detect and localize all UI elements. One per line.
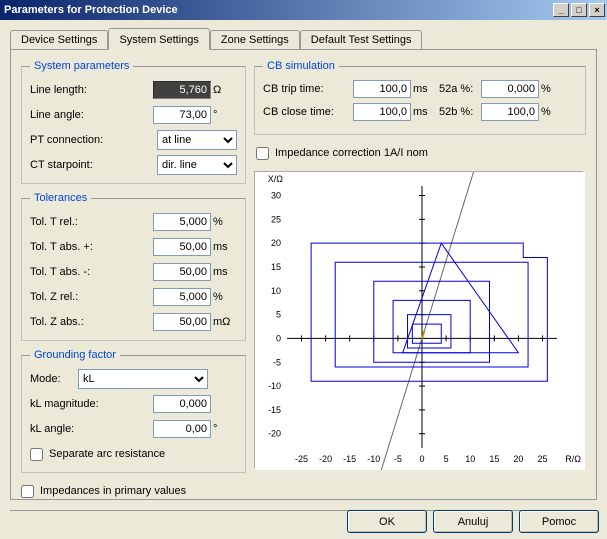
label-cb-close: CB close time: (263, 106, 353, 118)
group-grounding-factor: Grounding factor Mode: kL kL magnitude: … (21, 349, 246, 473)
select-mode[interactable]: kL (78, 369, 208, 389)
svg-text:10: 10 (271, 286, 281, 296)
svg-text:-15: -15 (343, 454, 356, 464)
label-kl-magnitude: kL magnitude: (30, 398, 153, 410)
unit-tol-t-rel: % (213, 216, 237, 228)
select-pt-connection[interactable]: at line (157, 130, 237, 150)
svg-text:-15: -15 (268, 405, 281, 415)
checkbox-separate-arc[interactable] (30, 448, 43, 461)
label-line-angle: Line angle: (30, 109, 153, 121)
unit-52b: % (541, 106, 559, 118)
unit-line-length: Ω (213, 84, 237, 96)
label-tol-t-abs-plus: Tol. T abs. +: (30, 241, 153, 253)
input-cb-close[interactable] (353, 103, 411, 121)
svg-text:10: 10 (465, 454, 475, 464)
cancel-button[interactable]: Anuluj (433, 510, 513, 533)
label-separate-arc: Separate arc resistance (49, 448, 165, 460)
svg-text:-20: -20 (319, 454, 332, 464)
unit-line-angle: ° (213, 109, 237, 121)
input-tol-t-abs-plus[interactable] (153, 238, 211, 256)
label-mode: Mode: (30, 373, 78, 385)
label-kl-angle: kL angle: (30, 423, 153, 435)
input-line-angle[interactable] (153, 106, 211, 124)
label-tol-z-rel: Tol. Z rel.: (30, 291, 153, 303)
svg-text:-20: -20 (268, 429, 281, 439)
svg-text:20: 20 (271, 238, 281, 248)
tab-zone-settings[interactable]: Zone Settings (210, 30, 300, 49)
svg-text:5: 5 (276, 310, 281, 320)
group-tolerances: Tolerances Tol. T rel.: % Tol. T abs. +:… (21, 192, 246, 341)
svg-text:25: 25 (271, 214, 281, 224)
unit-tol-t-abs-plus: ms (213, 241, 237, 253)
select-ct-starpoint[interactable]: dir. line (157, 155, 237, 175)
checkbox-impedance-correction[interactable] (256, 147, 269, 160)
unit-52a: % (541, 83, 559, 95)
label-cb-trip: CB trip time: (263, 83, 353, 95)
svg-text:25: 25 (538, 454, 548, 464)
group-cb-simulation: CB simulation CB trip time: ms 52a %: % … (254, 60, 586, 135)
svg-text:0: 0 (276, 333, 281, 343)
svg-text:-25: -25 (295, 454, 308, 464)
label-ct-starpoint: CT starpoint: (30, 159, 157, 171)
svg-text:5: 5 (444, 454, 449, 464)
button-bar: OK Anuluj Pomoc (347, 502, 599, 533)
group-system-parameters: System parameters Line length: Ω Line an… (21, 60, 246, 184)
input-tol-z-rel[interactable] (153, 288, 211, 306)
input-tol-t-abs-minus[interactable] (153, 263, 211, 281)
tab-page: System parameters Line length: Ω Line an… (10, 50, 597, 500)
legend-cb-sim: CB simulation (263, 60, 339, 72)
legend-system-parameters: System parameters (30, 60, 133, 72)
svg-text:0: 0 (419, 454, 424, 464)
input-kl-magnitude[interactable] (153, 395, 211, 413)
svg-text:-5: -5 (394, 454, 402, 464)
legend-tolerances: Tolerances (30, 192, 91, 204)
svg-text:-10: -10 (268, 381, 281, 391)
label-tol-t-rel: Tol. T rel.: (30, 216, 153, 228)
titlebar: Parameters for Protection Device _ □ × (0, 0, 607, 20)
svg-text:15: 15 (489, 454, 499, 464)
unit-cb-close: ms (413, 106, 431, 118)
unit-kl-angle: ° (213, 423, 237, 435)
maximize-button[interactable]: □ (571, 3, 587, 17)
input-tol-t-rel[interactable] (153, 213, 211, 231)
label-tol-z-abs: Tol. Z abs.: (30, 316, 153, 328)
unit-cb-trip: ms (413, 83, 431, 95)
minimize-button[interactable]: _ (553, 3, 569, 17)
unit-tol-z-rel: % (213, 291, 237, 303)
input-line-length[interactable] (153, 81, 211, 99)
svg-text:-10: -10 (367, 454, 380, 464)
label-impedance-correction: Impedance correction 1A/I nom (275, 147, 428, 159)
svg-text:20: 20 (513, 454, 523, 464)
ok-button[interactable]: OK (347, 510, 427, 533)
svg-text:30: 30 (271, 191, 281, 201)
label-pt-connection: PT connection: (30, 134, 157, 146)
window-title: Parameters for Protection Device (4, 4, 551, 16)
tab-device-settings[interactable]: Device Settings (10, 30, 108, 49)
close-button[interactable]: × (589, 3, 605, 17)
dialog-body: Device Settings System Settings Zone Set… (0, 20, 607, 506)
svg-text:X/Ω: X/Ω (268, 174, 284, 184)
unit-tol-z-abs: mΩ (213, 316, 237, 328)
svg-text:-5: -5 (273, 357, 281, 367)
svg-text:15: 15 (271, 262, 281, 272)
help-button[interactable]: Pomoc (519, 510, 599, 533)
tab-strip: Device Settings System Settings Zone Set… (10, 28, 597, 50)
label-tol-t-abs-minus: Tol. T abs. -: (30, 266, 153, 278)
legend-grounding: Grounding factor (30, 349, 120, 361)
label-52a: 52a %: (439, 83, 481, 95)
input-52a[interactable] (481, 80, 539, 98)
unit-tol-t-abs-minus: ms (213, 266, 237, 278)
label-impedances-primary: Impedances in primary values (40, 485, 186, 497)
tab-system-settings[interactable]: System Settings (108, 28, 209, 50)
input-cb-trip[interactable] (353, 80, 411, 98)
impedance-chart: -25 -20 -15 -10 -5 0 5 10 15 20 25 -20 -15 -10 -5 0 5 10 1… (254, 171, 584, 469)
tab-default-test-settings[interactable]: Default Test Settings (300, 30, 423, 49)
svg-text:R/Ω: R/Ω (565, 454, 581, 464)
input-52b[interactable] (481, 103, 539, 121)
label-52b: 52b %: (439, 106, 481, 118)
checkbox-impedances-primary[interactable] (21, 485, 34, 498)
label-line-length: Line length: (30, 84, 153, 96)
input-tol-z-abs[interactable] (153, 313, 211, 331)
input-kl-angle[interactable] (153, 420, 211, 438)
